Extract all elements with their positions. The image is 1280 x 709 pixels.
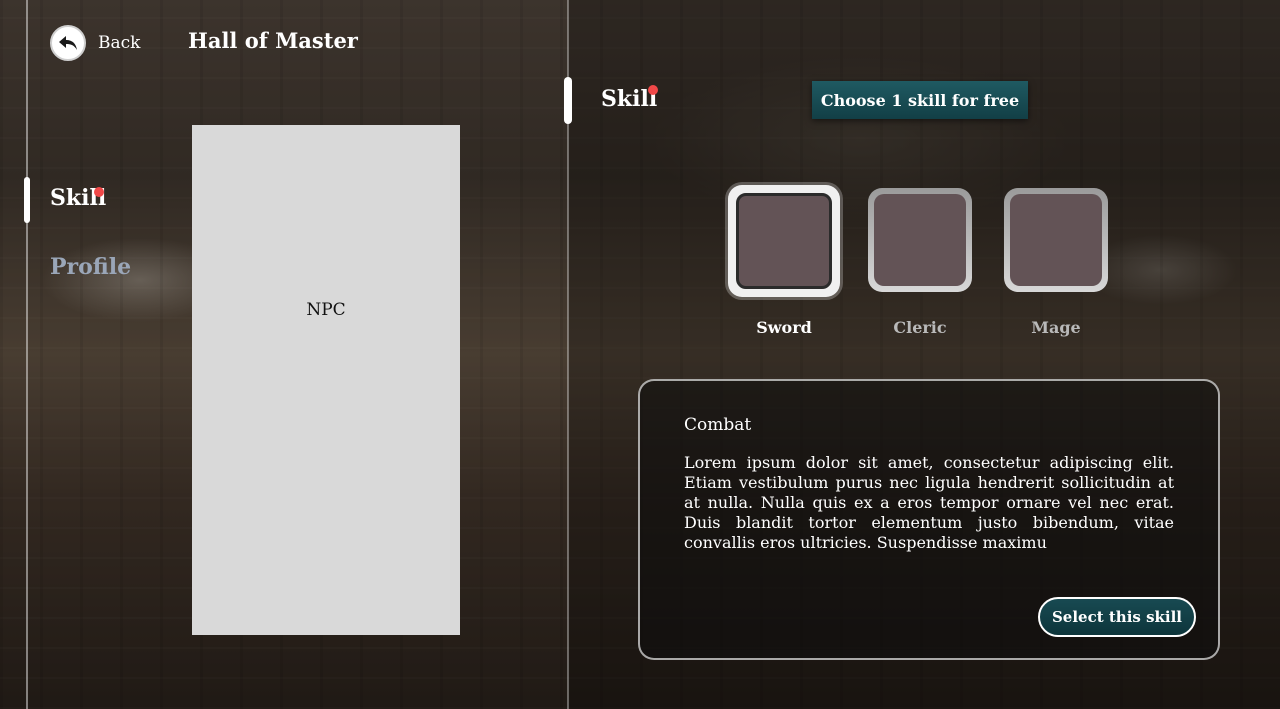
back-arrow-icon [50, 25, 86, 61]
sidebar-item-label: Profile [50, 254, 132, 280]
skill-slot-cleric[interactable] [868, 188, 972, 292]
skill-description-panel: Combat Lorem ipsum dolor sit amet, conse… [638, 379, 1220, 660]
left-divider [26, 0, 28, 709]
back-button[interactable]: Back [50, 25, 140, 61]
sidebar-item-profile[interactable]: Profile [50, 254, 131, 280]
notification-dot [648, 85, 658, 95]
sidebar-item-skill[interactable]: Skill [50, 185, 106, 211]
skill-frame [868, 188, 972, 292]
sidebar-active-indicator [24, 177, 30, 223]
select-skill-button[interactable]: Select this skill [1038, 597, 1196, 637]
skill-icon [736, 193, 832, 289]
skill-slot-mage[interactable] [1004, 188, 1108, 292]
skill-icon [874, 194, 966, 286]
free-skill-banner: Choose 1 skill for free [812, 81, 1028, 119]
skill-icon [1010, 194, 1102, 286]
page-title: Hall of Master [188, 28, 358, 53]
npc-label: NPC [306, 300, 346, 320]
skill-description-body: Lorem ipsum dolor sit amet, consectetur … [684, 453, 1174, 552]
skill-label-cleric: Cleric [893, 318, 947, 337]
section-active-indicator [564, 77, 572, 124]
skill-slot-sword[interactable] [728, 185, 840, 297]
notification-dot [94, 187, 104, 197]
skill-section-title: Skill [601, 85, 658, 112]
skill-label-sword: Sword [756, 318, 812, 337]
npc-portrait: NPC [192, 125, 460, 635]
skill-label-mage: Mage [1031, 318, 1081, 337]
skill-description-title: Combat [684, 415, 752, 435]
skill-frame [728, 185, 840, 297]
skill-frame [1004, 188, 1108, 292]
back-label: Back [98, 33, 141, 53]
